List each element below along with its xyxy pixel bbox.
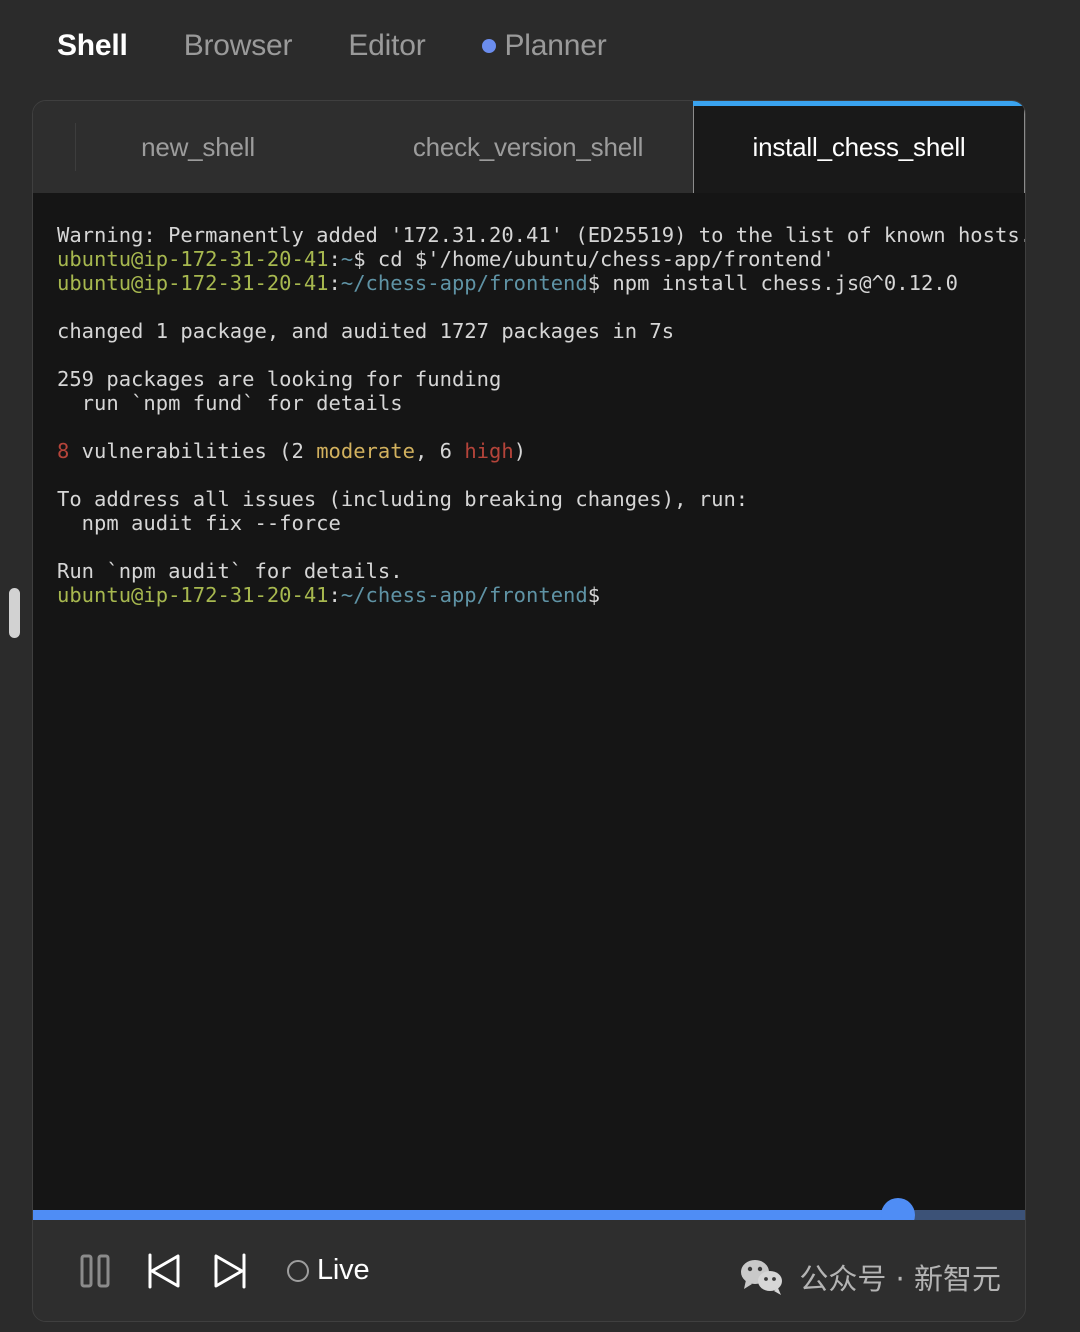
tab-label: check_version_shell [412, 131, 644, 162]
terminal-text-segment: vulnerabilities (2 [69, 439, 317, 463]
terminal-text-segment: ) [513, 439, 527, 463]
nav-item-label: Planner [504, 29, 607, 62]
previous-button[interactable] [135, 1243, 191, 1299]
terminal-line: To address all issues (including breakin… [57, 487, 1001, 511]
nav-item-browser[interactable]: Browser [184, 29, 293, 63]
terminal-line: run `npm fund` for details [57, 391, 1001, 415]
terminal-text-segment: npm audit fix --force [57, 511, 341, 535]
terminal-text-segment: $ [587, 583, 601, 607]
terminal-line: 259 packages are looking for funding [57, 367, 1001, 391]
terminal-text-segment: $ npm install chess.js@^0.12.0 [587, 271, 958, 295]
playback-controls-bar: Live 公众号 · 新智元 [33, 1220, 1025, 1321]
shell-tab-strip: new_shell check_version_shell install_ch… [33, 101, 1025, 193]
terminal-text-segment: changed 1 package, and audited 1727 pack… [57, 319, 675, 343]
tab-check-version-shell[interactable]: check_version_shell [363, 101, 693, 193]
tab-label: new_shell [141, 131, 255, 162]
nav-item-planner[interactable]: Planner [481, 29, 607, 63]
page-scrollbar-track[interactable] [8, 100, 22, 1280]
tab-active-indicator [693, 101, 1025, 106]
terminal-text-segment: ~/chess-app/frontend [340, 583, 588, 607]
nav-item-editor[interactable]: Editor [348, 29, 425, 63]
terminal-line: npm audit fix --force [57, 511, 1001, 535]
terminal-text-segment: Warning: Permanently added '172.31.20.41… [57, 223, 1025, 247]
terminal-line: changed 1 package, and audited 1727 pack… [57, 319, 1001, 343]
terminal-text-segment: high [464, 439, 514, 463]
terminal-text-segment: : [328, 247, 341, 271]
live-radio-icon [287, 1259, 309, 1282]
terminal-line: ubuntu@ip-172-31-20-41:~$ cd $'/home/ubu… [57, 247, 1001, 271]
wechat-icon [741, 1260, 783, 1295]
terminal-text-segment: ~ [340, 247, 354, 271]
terminal-text-segment: 8 [57, 439, 70, 463]
live-toggle[interactable]: Live [287, 1254, 370, 1287]
terminal-text-segment: run `npm fund` for details [57, 391, 403, 415]
skip-next-icon [214, 1253, 246, 1288]
timeline-progress-played [33, 1210, 898, 1220]
timeline-scrubber[interactable] [33, 1198, 1025, 1232]
nav-item-label: Shell [57, 29, 128, 62]
terminal-text-segment: Run `npm audit` for details. [57, 559, 403, 583]
terminal-text-segment: 259 packages are looking for funding [57, 367, 502, 391]
terminal-text-segment: ubuntu@ip-172-31-20-41 [57, 583, 329, 607]
status-dot-icon [481, 39, 496, 53]
terminal-text-segment: , 6 [414, 439, 465, 463]
top-navigation-bar: Shell Browser Editor Planner [0, 0, 1080, 92]
nav-item-label: Editor [348, 29, 426, 62]
terminal-text-segment: ~/chess-app/frontend [340, 271, 588, 295]
page-scrollbar-thumb[interactable] [9, 588, 20, 638]
live-label: Live [317, 1254, 370, 1286]
terminal-text-segment: $ cd $'/home/ubuntu/chess-app/frontend' [353, 247, 835, 271]
terminal-line: ubuntu@ip-172-31-20-41:~/chess-app/front… [57, 271, 1001, 295]
nav-item-label: Browser [183, 29, 293, 62]
next-button[interactable] [203, 1243, 259, 1299]
nav-item-shell[interactable]: Shell [57, 29, 128, 63]
pause-icon [80, 1254, 110, 1287]
terminal-output[interactable]: Warning: Permanently added '172.31.20.41… [33, 193, 1025, 1296]
terminal-line: 8 vulnerabilities (2 moderate, 6 high) [57, 439, 1001, 463]
tab-new-shell[interactable]: new_shell [33, 101, 363, 193]
terminal-text-segment: ubuntu@ip-172-31-20-41 [57, 271, 329, 295]
terminal-text-segment: ubuntu@ip-172-31-20-41 [57, 247, 329, 271]
terminal-line: Warning: Permanently added '172.31.20.41… [57, 223, 1025, 247]
watermark-text: 公众号 · 新智元 [799, 1262, 1001, 1296]
skip-previous-icon [148, 1253, 180, 1288]
terminal-text-segment: : [328, 583, 341, 607]
watermark: 公众号 · 新智元 [739, 1256, 1001, 1298]
terminal-text-segment: To address all issues (including breakin… [57, 487, 749, 511]
tab-label: install_chess_shell [752, 131, 966, 162]
tab-install-chess-shell[interactable]: install_chess_shell [693, 101, 1025, 193]
terminal-line: Run `npm audit` for details. [57, 559, 1001, 583]
terminal-line: ubuntu@ip-172-31-20-41:~/chess-app/front… [57, 583, 1001, 607]
timeline-progress-remaining [897, 1210, 1025, 1220]
pause-button[interactable] [67, 1243, 123, 1299]
terminal-text-segment: moderate [316, 439, 415, 463]
shell-panel: new_shell check_version_shell install_ch… [32, 100, 1026, 1322]
terminal-text-segment: : [328, 271, 341, 295]
